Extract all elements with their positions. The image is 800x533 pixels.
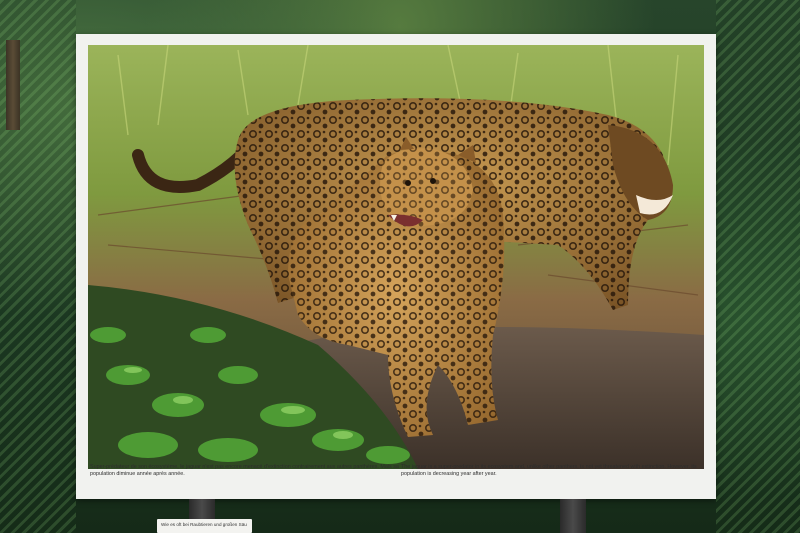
sign-post-right [560, 499, 586, 533]
caption-french: Super-prédateur de son écosystème, le ja… [90, 464, 399, 477]
conifer-foliage-right [716, 0, 800, 533]
tree-trunk [6, 40, 20, 130]
exhibition-board: Super-prédateur de son écosystème, le ja… [76, 34, 716, 499]
jaguar-photograph [88, 45, 704, 469]
small-info-sign: Wie es oft bei Raubtieren und großen Säu [157, 519, 252, 533]
caption-english: The jaguar is a super-predator in its ec… [401, 464, 697, 477]
